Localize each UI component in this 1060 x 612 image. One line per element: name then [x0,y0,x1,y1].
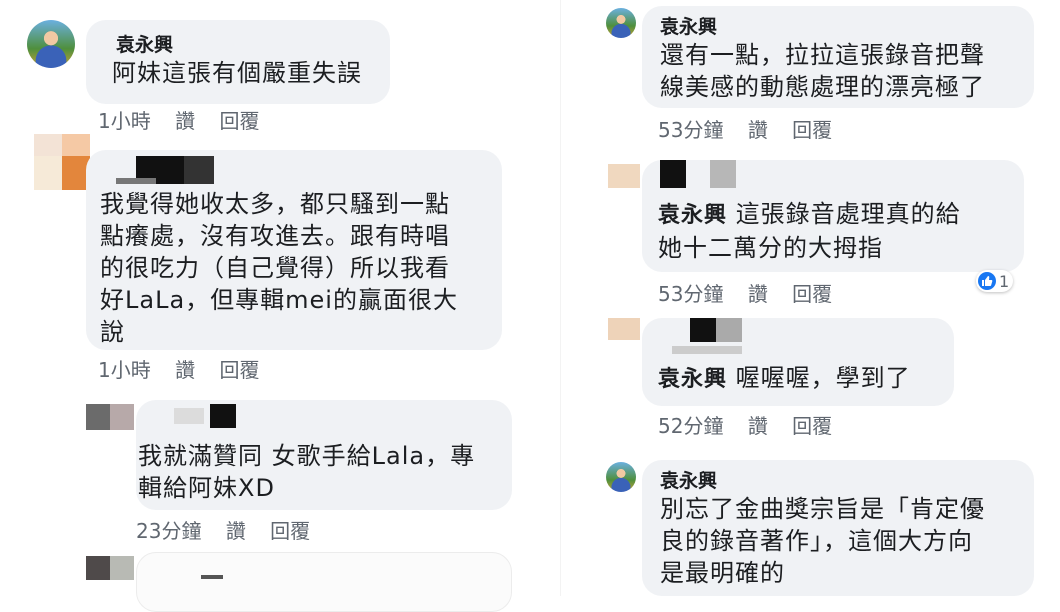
comment-time[interactable]: 1小時 [98,358,151,382]
comment-actions: 1小時 讚 回覆 [98,354,277,383]
reply-link[interactable]: 回覆 [792,414,832,438]
comment-text: 阿妹這張有個嚴重失誤 [112,59,362,87]
comment-text: 良的錄音著作」，這個大方向 [660,527,973,555]
avatar-pixelated[interactable] [34,134,90,190]
comment-author[interactable]: 袁永興 [116,30,374,57]
comment-text: 這張錄音處理真的給 [727,200,961,228]
comment-actions: 53分鐘 讚 回覆 [658,278,850,307]
mention-author[interactable]: 袁永興 [658,367,727,392]
comment-time[interactable]: 53分鐘 [658,282,723,306]
like-link[interactable]: 讚 [748,118,768,142]
comment-bubble: 我覺得她收太多，都只騷到一點 點癢處，沒有攻進去。跟有時唱 的很吃力（自己覺得）… [86,150,502,350]
pixelated-name [660,160,686,188]
comment-time[interactable]: 1小時 [98,109,151,133]
comment-bubble [136,552,512,612]
reply-link[interactable]: 回覆 [792,118,832,142]
avatar[interactable] [27,20,75,68]
reply-link[interactable]: 回覆 [219,358,259,382]
avatar-pixelated[interactable] [608,164,640,188]
reaction-badge[interactable]: 1 [976,270,1014,292]
comment-author[interactable]: 袁永興 [660,466,1016,493]
comment-actions: 23分鐘 讚 回覆 [136,515,328,544]
comment-bubble: 袁永興 別忘了金曲獎宗旨是「肯定優 良的錄音著作」，這個大方向 是最明確的 [642,460,1034,596]
like-link[interactable]: 讚 [748,414,768,438]
comment-text: 我覺得她收太多，都只騷到一點 點癢處，沒有攻進去。跟有時唱 的很吃力（自己覺得）… [100,190,458,346]
comment-bubble: 我就滿贊同 女歌手給Lala，專 輯給阿妹XD [136,400,512,510]
thumbs-up-icon [978,272,996,290]
like-link[interactable]: 讚 [748,282,768,306]
pixelated-name [690,318,716,342]
comment-bubble: 袁永興 阿妹這張有個嚴重失誤 [86,20,390,104]
reaction-count: 1 [999,271,1010,291]
comment-text: 還有一點，拉拉這張錄音把聲 [660,41,985,69]
comment-time[interactable]: 23分鐘 [136,519,201,543]
left-comments-column: 袁永興 阿妹這張有個嚴重失誤 1小時 讚 回覆 我覺得她收太多，都只騷到一點 點… [0,0,560,612]
like-link[interactable]: 讚 [175,358,195,382]
avatar[interactable] [606,462,636,492]
comment-text: 她十二萬分的大拇指 [658,234,883,262]
reply-link[interactable]: 回覆 [219,109,259,133]
like-link[interactable]: 讚 [175,109,195,133]
comment-time[interactable]: 52分鐘 [658,414,723,438]
comment-actions: 1小時 讚 回覆 [98,105,277,134]
comment-text: 線美感的動態處理的漂亮極了 [660,73,985,101]
right-comments-column: 袁永興 還有一點，拉拉這張錄音把聲 線美感的動態處理的漂亮極了 53分鐘 讚 回… [560,0,1060,596]
comment-text: 是最明確的 [660,559,785,587]
avatar[interactable] [606,8,636,38]
comment-bubble: 袁永興 這張錄音處理真的給 她十二萬分的大拇指 [642,160,1024,272]
reply-link[interactable]: 回覆 [792,282,832,306]
comment-text: 別忘了金曲獎宗旨是「肯定優 [660,495,985,523]
avatar-pixelated[interactable] [608,318,640,340]
comment-time[interactable]: 53分鐘 [658,118,723,142]
like-link[interactable]: 讚 [226,519,246,543]
comment-bubble: 袁永興 喔喔喔，學到了 [642,318,954,406]
comment-bubble: 袁永興 還有一點，拉拉這張錄音把聲 線美感的動態處理的漂亮極了 [642,6,1034,108]
mention-author[interactable]: 袁永興 [658,203,727,228]
pixelated-name [210,404,236,428]
avatar-pixelated[interactable] [86,556,134,580]
comment-text: 喔喔喔，學到了 [727,364,911,392]
comment-actions: 53分鐘 讚 回覆 [658,114,850,143]
comment-text: 我就滿贊同 女歌手給Lala，專 輯給阿妹XD [138,442,476,502]
reply-link[interactable]: 回覆 [270,519,310,543]
comment-actions: 52分鐘 讚 回覆 [658,410,850,439]
comment-author[interactable]: 袁永興 [660,12,1016,39]
avatar-pixelated[interactable] [86,404,134,430]
